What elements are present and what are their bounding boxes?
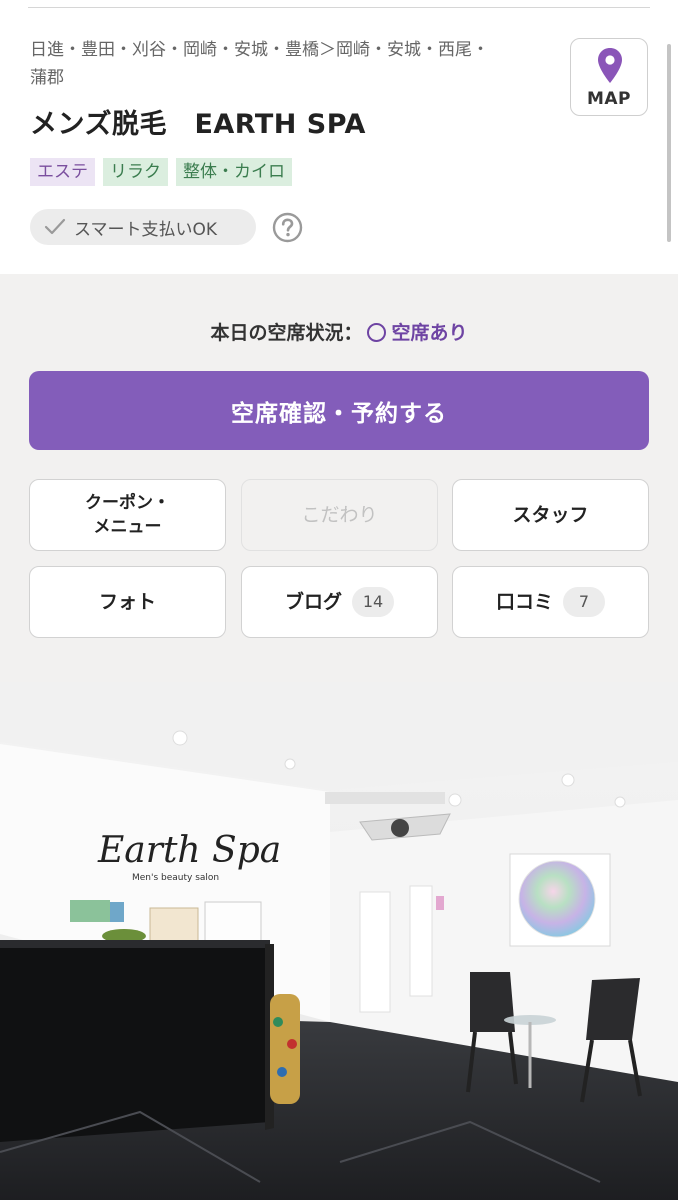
salon-header: 日進・豊田・刈谷・岡崎・安城・豊橋＞岡崎・安城・西尾・ 蒲郡 メンズ脱毛 EAR… [0,0,678,274]
coupon-line-1: クーポン・ [85,493,170,513]
coupon-line-2: メニュー [93,517,162,537]
available-circle-icon [366,323,386,342]
scrollbar[interactable] [667,44,671,242]
photo-button[interactable]: フォト [29,566,226,638]
tag-esthe: エステ [30,158,95,186]
blog-button[interactable]: ブログ 14 [241,566,438,638]
reservation-panel: 本日の空席状況： 空席あり 空席確認・予約する クーポン・ メニュー こだわり ス… [0,274,678,682]
tag-seitai: 整体・カイロ [176,158,292,186]
area-line-2: 蒲郡 [30,68,64,88]
map-label: MAP [586,89,632,109]
genre-tags: エステ リラク 整体・カイロ [30,158,292,186]
staff-button[interactable]: スタッフ [452,479,649,551]
blog-label: ブログ [284,591,342,613]
blog-count-badge: 14 [352,587,394,617]
kodawari-button: こだわり [241,479,438,551]
top-divider [28,0,650,8]
check-icon [44,218,66,235]
area-line-1: 日進・豊田・刈谷・岡崎・安城・豊橋＞岡崎・安城・西尾・ [30,40,489,60]
coupon-menu-label: クーポン・ メニュー [85,491,170,539]
question-circle-icon[interactable] [272,212,303,243]
availability-value: 空席あり [391,322,468,344]
salon-interior-photo[interactable]: Earth Spa Men's beauty salon [0,682,678,1200]
review-label: 口コミ [495,591,553,613]
smart-pay-label: スマート支払いOK [74,219,218,240]
map-pin-icon [598,48,622,83]
salon-logo-text: Earth Spa [97,830,281,871]
review-count-badge: 7 [563,587,605,617]
smart-pay-badge: スマート支払いOK [30,209,256,245]
review-button[interactable]: 口コミ 7 [452,566,649,638]
reserve-button[interactable]: 空席確認・予約する [29,371,649,450]
area-breadcrumb: 日進・豊田・刈谷・岡崎・安城・豊橋＞岡崎・安城・西尾・ 蒲郡 [30,36,550,92]
salon-title: メンズ脱毛 EARTH SPA [30,109,366,140]
coupon-menu-button[interactable]: クーポン・ メニュー [29,479,226,551]
tag-relax: リラク [103,158,168,186]
salon-interior-illustration: Earth Spa Men's beauty salon [0,682,678,1200]
availability-label: 本日の空席状況： [210,322,363,344]
salon-logo-subtext: Men's beauty salon [132,873,219,883]
availability-status: 本日の空席状況： 空席あり [0,318,678,345]
map-button[interactable]: MAP [570,38,648,116]
